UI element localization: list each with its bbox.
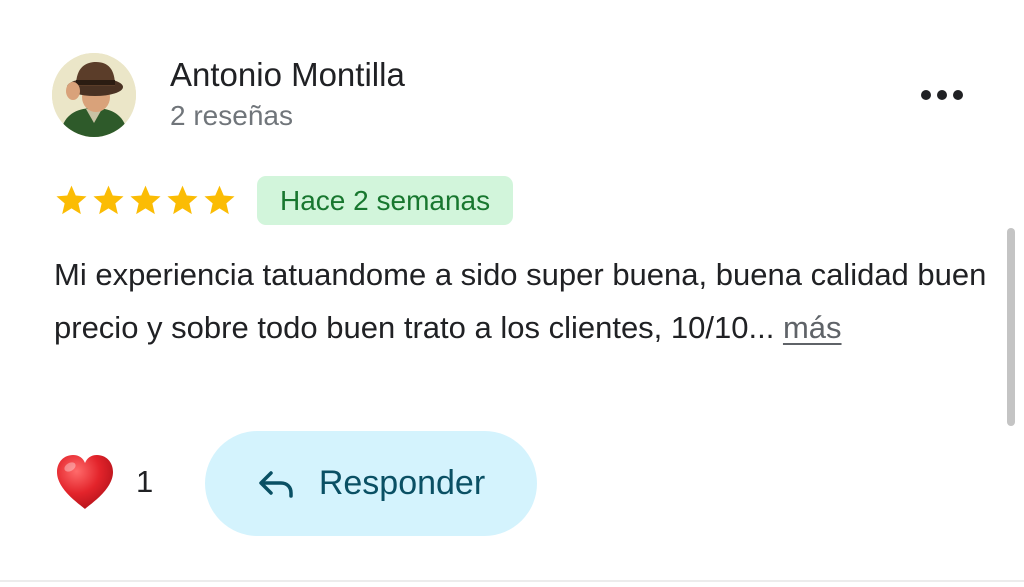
heart-icon[interactable] — [54, 453, 116, 511]
more-horizontal-icon — [921, 90, 963, 100]
reply-label: Responder — [318, 464, 486, 502]
review-body: Mi experiencia tatuandome a sido super b… — [54, 257, 987, 345]
star-icon — [204, 185, 235, 215]
author-name[interactable]: Antonio Montilla — [170, 56, 405, 94]
author-avatar[interactable] — [52, 53, 136, 137]
star-icon — [130, 185, 161, 215]
avatar-image — [52, 53, 136, 137]
review-card: Antonio Montilla 2 reseñas Hace 2 semana… — [0, 0, 1024, 587]
more-options-button[interactable] — [912, 78, 972, 112]
like-count: 1 — [136, 464, 154, 499]
star-icon — [93, 185, 124, 215]
reply-button[interactable]: Responder — [205, 431, 537, 536]
review-text: Mi experiencia tatuandome a sido super b… — [54, 248, 989, 354]
scrollbar[interactable] — [1007, 228, 1015, 426]
star-rating — [54, 183, 237, 218]
star-icon — [167, 185, 198, 215]
star-icon — [56, 185, 87, 215]
more-link[interactable]: más — [783, 310, 842, 345]
review-time-badge: Hace 2 semanas — [257, 176, 514, 225]
reply-arrow-icon — [259, 470, 293, 498]
bottom-divider — [0, 580, 1024, 582]
author-review-count: 2 reseñas — [170, 100, 293, 131]
